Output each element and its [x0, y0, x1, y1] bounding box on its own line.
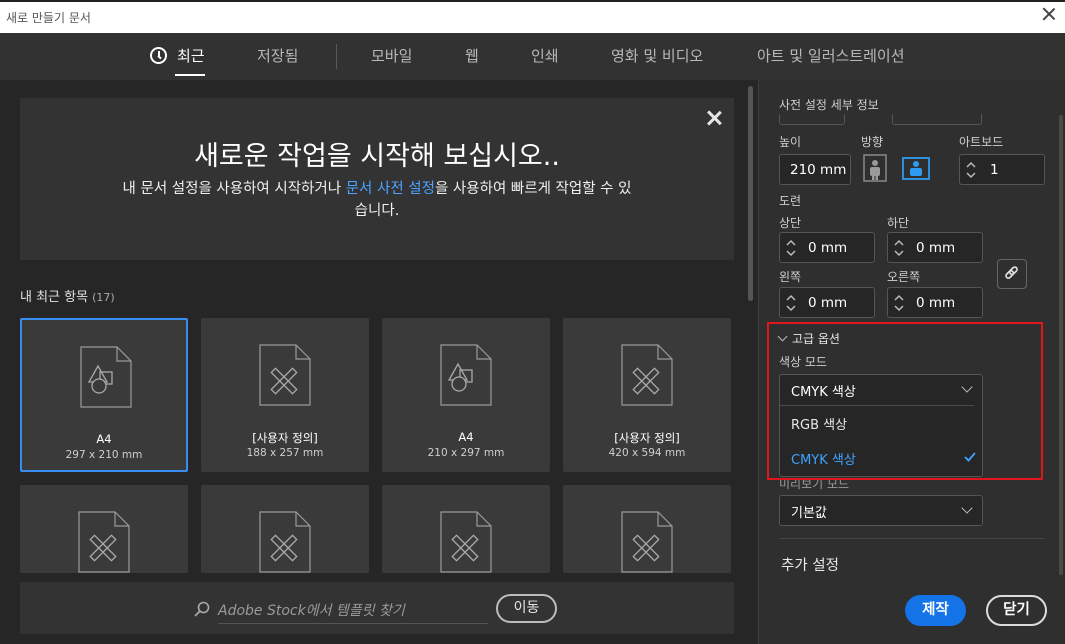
ruler-pencil-doc-icon	[621, 511, 673, 573]
recent-document-card[interactable]	[20, 485, 188, 573]
bleed-bottom-value: 0 mm	[916, 240, 956, 256]
recent-title: 내 최근 항목	[20, 290, 89, 305]
tab-active-indicator	[175, 74, 205, 76]
go-button[interactable]: 이동	[496, 594, 557, 623]
recent-document-card[interactable]: [사용자 정의] 420 x 594 mm	[563, 318, 731, 472]
close-button[interactable]: 닫기	[986, 595, 1047, 626]
dropdown-chevron-icon	[961, 502, 973, 514]
bleed-bottom-stepper[interactable]: 0 mm	[887, 232, 983, 263]
stepper-arrows-icon[interactable]	[784, 237, 798, 259]
card-name: A4	[96, 432, 112, 446]
ruler-pencil-doc-icon	[78, 511, 130, 573]
shapes-doc-icon	[440, 344, 492, 406]
shapes-doc-icon	[80, 346, 132, 408]
welcome-text: 내 문서 설정을 사용하여 시작하거나 문서 사전 설정을 사용하여 빠르게 작…	[120, 178, 634, 222]
stepper-arrows-icon[interactable]	[784, 292, 798, 314]
link-chain-icon	[1005, 266, 1018, 279]
search-icon	[194, 601, 210, 617]
section-divider	[779, 538, 1045, 539]
preset-section-label: 사전 설정 세부 정보	[779, 98, 879, 112]
highlight-box	[767, 322, 1043, 480]
card-size: 188 x 257 mm	[246, 447, 324, 459]
welcome-banner: 새로운 작업을 시작해 보십시오.. 내 문서 설정을 사용하여 시작하거나 문…	[20, 98, 734, 260]
bleed-top-value: 0 mm	[808, 240, 848, 256]
tab-recent[interactable]: 최근	[150, 45, 205, 76]
artboard-stepper[interactable]: 1	[959, 154, 1045, 185]
card-name: A4	[458, 430, 474, 444]
bleed-label: 도련	[779, 194, 802, 208]
close-banner-icon[interactable]	[706, 110, 722, 126]
tab-divider	[336, 44, 337, 69]
recent-count: (17)	[92, 291, 115, 304]
height-label: 높이	[779, 135, 802, 149]
landscape-orientation-icon[interactable]	[902, 154, 930, 182]
card-name: [사용자 정의]	[614, 431, 680, 445]
portrait-orientation-icon[interactable]	[861, 154, 889, 182]
bleed-top-stepper[interactable]: 0 mm	[779, 232, 875, 263]
recent-heading: 내 최근 항목 (17)	[20, 286, 115, 305]
window-title: 새로 만들기 문서	[6, 11, 91, 25]
ruler-pencil-doc-icon	[259, 344, 311, 406]
tab-recent-label: 최근	[177, 47, 205, 65]
preset-link[interactable]: 문서 사전 설정	[346, 181, 435, 197]
height-input[interactable]: 210 mm	[779, 154, 851, 185]
clock-icon	[150, 47, 167, 64]
card-size: 420 x 594 mm	[608, 447, 686, 459]
title-bar: 새로 만들기 문서	[0, 0, 1065, 33]
recent-document-card[interactable]	[563, 485, 731, 573]
stepper-arrows-icon[interactable]	[892, 292, 906, 314]
bleed-right-value: 0 mm	[916, 295, 956, 311]
bleed-bottom-label: 하단	[887, 216, 910, 230]
tab-print[interactable]: 인쇄	[531, 45, 559, 66]
welcome-title: 새로운 작업을 시작해 보십시오..	[194, 141, 560, 172]
artboard-label: 아트보드	[959, 135, 1004, 149]
tab-mobile[interactable]: 모바일	[371, 45, 412, 66]
stock-search-bar: Adobe Stock에서 템플릿 찾기 이동	[20, 582, 734, 634]
stock-search-input[interactable]: Adobe Stock에서 템플릿 찾기	[218, 596, 488, 624]
category-tabs: 최근 저장됨 모바일 웹 인쇄 영화 및 비디오 아트 및 일러스트레이션	[0, 33, 1065, 80]
stepper-arrows-icon[interactable]	[892, 237, 906, 259]
bleed-left-stepper[interactable]: 0 mm	[779, 287, 875, 318]
link-bleed-button[interactable]	[997, 259, 1027, 289]
card-size: 210 x 297 mm	[427, 447, 505, 459]
ruler-pencil-doc-icon	[440, 511, 492, 573]
bleed-left-label: 왼쪽	[779, 270, 802, 284]
bleed-right-stepper[interactable]: 0 mm	[887, 287, 983, 318]
tab-art-illustration[interactable]: 아트 및 일러스트레이션	[757, 45, 905, 66]
tab-saved[interactable]: 저장됨	[257, 45, 298, 66]
window-close-icon[interactable]	[1041, 6, 1057, 22]
recent-document-card[interactable]	[201, 485, 369, 573]
create-button[interactable]: 제작	[905, 595, 966, 626]
ruler-pencil-doc-icon	[621, 344, 673, 406]
left-scrollbar[interactable]	[748, 86, 753, 301]
recent-document-card[interactable]: [사용자 정의] 188 x 257 mm	[201, 318, 369, 472]
main-area: 새로운 작업을 시작해 보십시오.. 내 문서 설정을 사용하여 시작하거나 문…	[0, 80, 758, 644]
height-value: 210 mm	[790, 162, 847, 178]
recent-document-card[interactable]	[382, 485, 550, 573]
bleed-left-value: 0 mm	[808, 295, 848, 311]
recent-document-card[interactable]: A4 210 x 297 mm	[382, 318, 550, 472]
orientation-label: 방향	[861, 135, 884, 149]
right-scrollbar[interactable]	[1059, 115, 1063, 575]
ruler-pencil-doc-icon	[259, 511, 311, 573]
card-name: [사용자 정의]	[252, 431, 318, 445]
tab-film-video[interactable]: 영화 및 비디오	[611, 45, 703, 66]
tab-web[interactable]: 웹	[465, 45, 479, 66]
bleed-right-label: 오른쪽	[887, 270, 921, 284]
artboard-value: 1	[990, 162, 999, 178]
width-field-edge	[779, 114, 845, 125]
stepper-arrows-icon[interactable]	[964, 159, 978, 181]
preview-mode-dropdown[interactable]: 기본값	[779, 495, 983, 526]
unit-field-edge	[892, 114, 982, 125]
bleed-top-label: 상단	[779, 216, 802, 230]
recent-document-card[interactable]: A4 297 x 210 mm	[20, 318, 188, 472]
welcome-text-start: 내 문서 설정을 사용하여 시작하거나	[122, 181, 346, 197]
preview-mode-value: 기본값	[791, 506, 827, 521]
card-size: 297 x 210 mm	[65, 449, 143, 461]
more-settings[interactable]: 추가 설정	[781, 554, 839, 575]
